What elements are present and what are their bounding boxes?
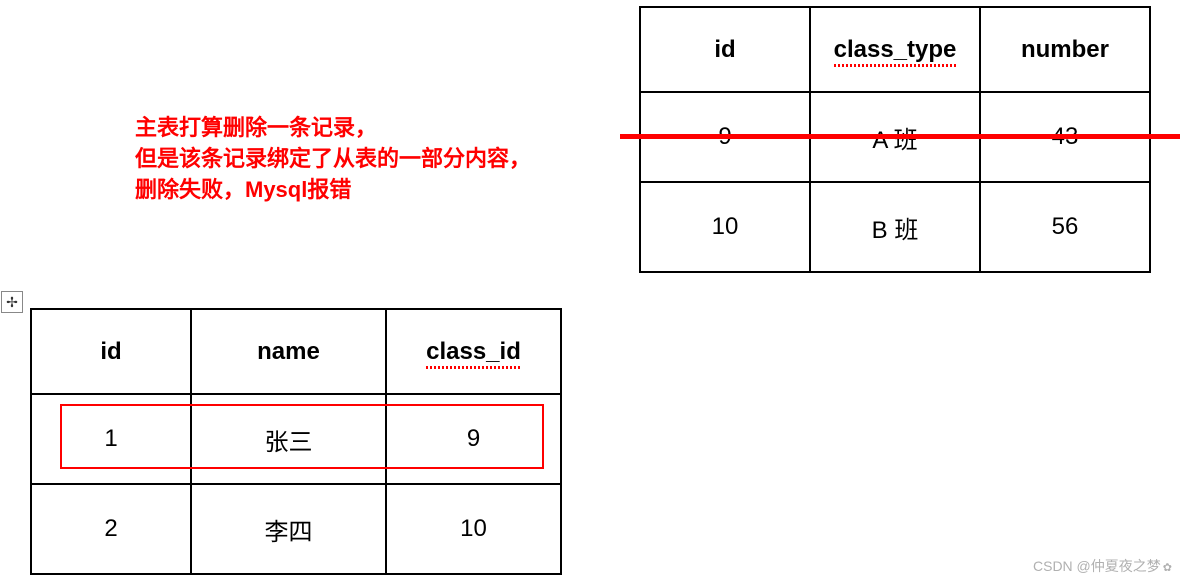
- cell-number: 56: [980, 182, 1150, 272]
- watermark: CSDN @仲夏夜之梦✿: [1033, 556, 1172, 576]
- annotation-line2: 但是该条记录绑定了从表的一部分内容，: [135, 144, 531, 175]
- table-row: 10 B 班 56: [640, 182, 1150, 272]
- slave-header-name: name: [191, 309, 386, 394]
- master-table: id class_type number 9 A 班 43 10 B 班 56: [639, 6, 1151, 273]
- table-row: 2 李四 10: [31, 484, 561, 574]
- move-handle-icon[interactable]: ✢: [1, 291, 23, 313]
- annotation-line3: 删除失败，Mysql报错: [135, 175, 531, 206]
- master-header-class-type: class_type: [810, 7, 980, 92]
- watermark-text: CSDN @仲夏夜之梦: [1033, 558, 1161, 574]
- annotation-line1: 主表打算删除一条记录，: [135, 113, 531, 144]
- annotation-text: 主表打算删除一条记录， 但是该条记录绑定了从表的一部分内容， 删除失败，Mysq…: [135, 113, 531, 205]
- slave-header-id: id: [31, 309, 191, 394]
- master-header-id: id: [640, 7, 810, 92]
- slave-header-class-id: class_id: [386, 309, 561, 394]
- cell-class-type: B 班: [810, 182, 980, 272]
- master-header-number: number: [980, 7, 1150, 92]
- cell-class-id: 10: [386, 484, 561, 574]
- delete-strikethrough-line: [620, 134, 1180, 139]
- watermark-icon: ✿: [1163, 562, 1172, 574]
- cell-id: 2: [31, 484, 191, 574]
- cell-name: 李四: [191, 484, 386, 574]
- move-glyph: ✢: [6, 294, 18, 311]
- cell-id: 10: [640, 182, 810, 272]
- highlight-related-row: [60, 404, 544, 469]
